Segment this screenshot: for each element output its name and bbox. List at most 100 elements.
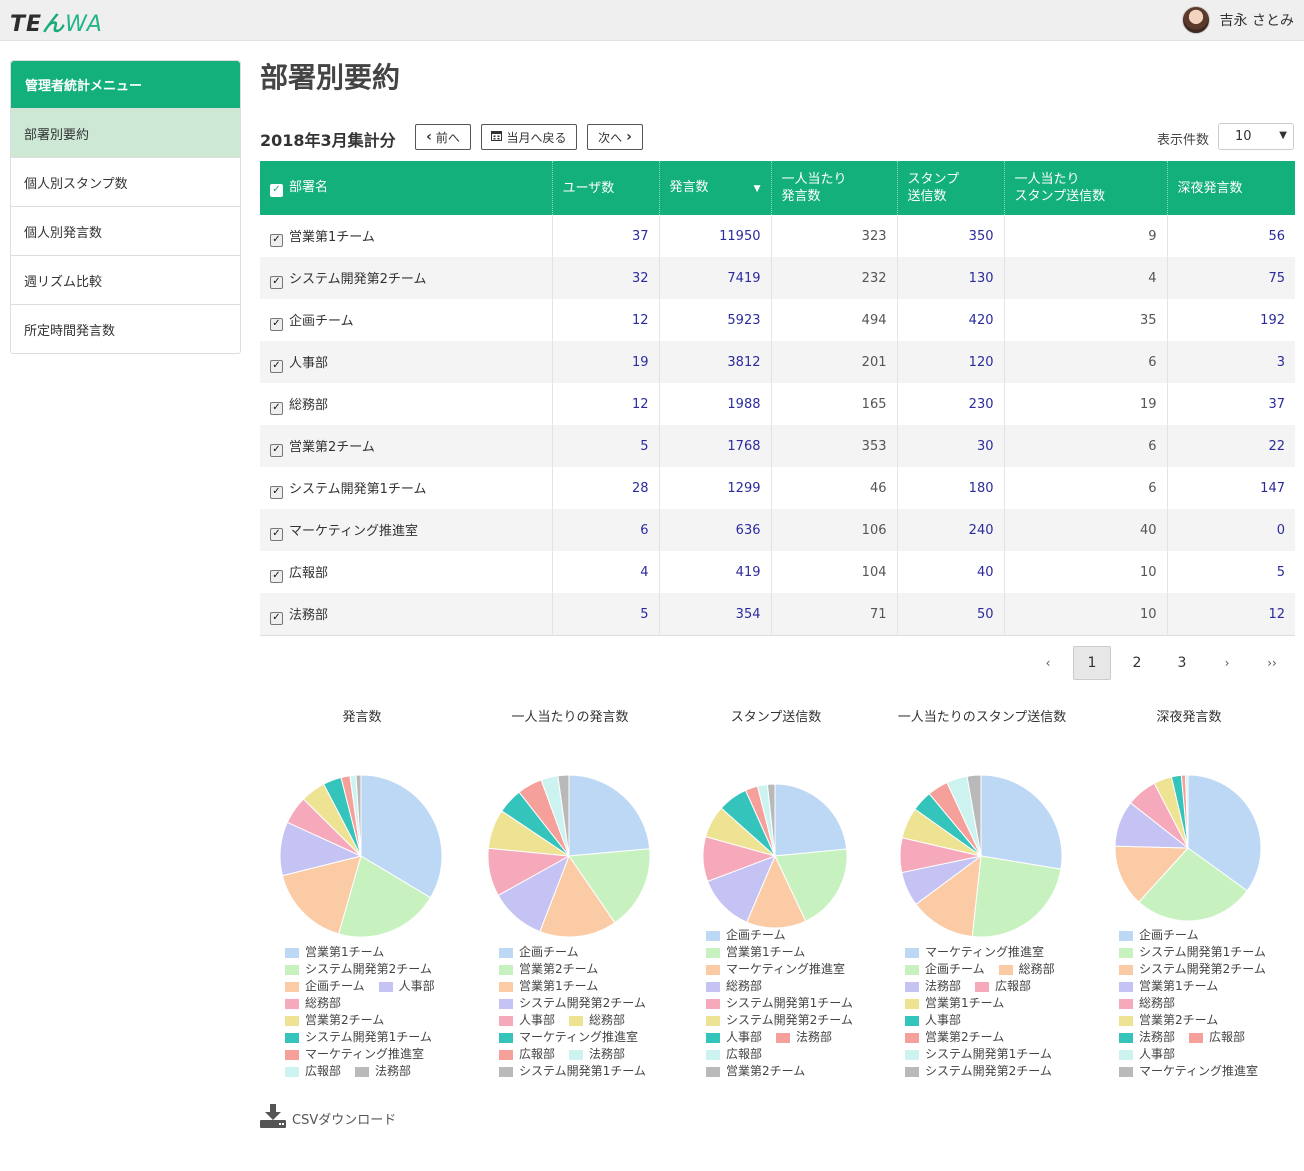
cell-col-6[interactable]: 5: [1167, 551, 1295, 593]
sidebar-item-weekly-rhythm[interactable]: 週リズム比較: [11, 255, 240, 304]
cell-col-2[interactable]: 354: [659, 593, 772, 636]
legend-item[interactable]: 営業第1チーム: [905, 995, 1004, 1012]
legend-item[interactable]: 営業第2チーム: [499, 961, 598, 978]
legend-item[interactable]: マーケティング推進室: [905, 944, 1044, 961]
legend-item[interactable]: 法務部: [355, 1063, 411, 1080]
legend-item[interactable]: 総務部: [1119, 995, 1175, 1012]
legend-item[interactable]: 広報部: [285, 1063, 341, 1080]
prev-month-button[interactable]: ‹ 前へ: [415, 124, 471, 150]
cell-col-2[interactable]: 1988: [659, 383, 772, 425]
legend-item[interactable]: 企画チーム: [905, 961, 985, 978]
row-checkbox[interactable]: ✓: [270, 359, 283, 373]
pagination-last[interactable]: ››: [1253, 646, 1291, 680]
legend-item[interactable]: 人事部: [1119, 1046, 1175, 1063]
legend-item[interactable]: システム開発第1チーム: [706, 995, 853, 1012]
legend-item[interactable]: 営業第2チーム: [285, 1012, 384, 1029]
pagination-page-2[interactable]: 2: [1118, 646, 1156, 680]
app-logo[interactable]: TEんWA: [10, 6, 103, 38]
pagination-page-1[interactable]: 1: [1073, 646, 1111, 680]
legend-item[interactable]: システム開発第2チーム: [1119, 961, 1266, 978]
cell-col-1[interactable]: 32: [552, 257, 660, 299]
cell-col-1[interactable]: 5: [552, 425, 660, 467]
pie-slice[interactable]: [980, 774, 1063, 870]
legend-item[interactable]: システム開発第2チーム: [706, 1012, 853, 1029]
cell-col-4[interactable]: 50: [897, 593, 1005, 636]
legend-item[interactable]: 広報部: [1189, 1029, 1245, 1046]
sidebar-item-personal-stamps[interactable]: 個人別スタンプ数: [11, 157, 240, 206]
cell-col-2[interactable]: 5923: [659, 299, 772, 341]
cell-col-2[interactable]: 11950: [659, 215, 772, 257]
legend-item[interactable]: システム開発第2チーム: [285, 961, 432, 978]
row-checkbox[interactable]: ✓: [270, 569, 283, 583]
legend-item[interactable]: マーケティング推進室: [499, 1029, 638, 1046]
legend-item[interactable]: 営業第1チーム: [706, 944, 805, 961]
row-checkbox[interactable]: ✓: [270, 611, 283, 625]
cell-col-6[interactable]: 37: [1167, 383, 1295, 425]
cell-col-4[interactable]: 230: [897, 383, 1005, 425]
cell-col-6[interactable]: 147: [1167, 467, 1295, 509]
legend-item[interactable]: マーケティング推進室: [1119, 1063, 1258, 1080]
legend-item[interactable]: 人事部: [499, 1012, 555, 1029]
cell-col-2[interactable]: 1299: [659, 467, 772, 509]
row-checkbox[interactable]: ✓: [270, 443, 283, 457]
sidebar-item-personal-messages[interactable]: 個人別発言数: [11, 206, 240, 255]
cell-col-2[interactable]: 7419: [659, 257, 772, 299]
legend-item[interactable]: 法務部: [905, 978, 961, 995]
legend-item[interactable]: 人事部: [905, 1012, 961, 1029]
cell-col-1[interactable]: 12: [552, 299, 660, 341]
row-checkbox[interactable]: ✓: [270, 401, 283, 415]
column-header-2[interactable]: 発言数 ▼: [659, 161, 772, 215]
next-month-button[interactable]: 次へ ›: [587, 124, 643, 150]
legend-item[interactable]: 営業第1チーム: [285, 944, 384, 961]
cell-col-4[interactable]: 240: [897, 509, 1005, 551]
column-header-5[interactable]: 一人当たり スタンプ送信数: [1004, 161, 1168, 215]
legend-item[interactable]: 広報部: [706, 1046, 762, 1063]
legend-item[interactable]: 営業第1チーム: [1119, 978, 1218, 995]
row-checkbox[interactable]: ✓: [270, 317, 283, 331]
legend-item[interactable]: 企画チーム: [1119, 927, 1199, 944]
legend-item[interactable]: 人事部: [378, 978, 435, 995]
legend-item[interactable]: 人事部: [706, 1029, 762, 1046]
legend-item[interactable]: 広報部: [499, 1046, 555, 1063]
legend-item[interactable]: 総務部: [706, 978, 762, 995]
legend-item[interactable]: 企画チーム: [499, 944, 579, 961]
legend-item[interactable]: 総務部: [285, 995, 341, 1012]
cell-col-4[interactable]: 30: [897, 425, 1005, 467]
pie-slice[interactable]: [568, 774, 651, 857]
column-header-1[interactable]: ユーザ数: [552, 161, 660, 215]
legend-item[interactable]: システム開発第1チーム: [285, 1029, 432, 1046]
cell-col-1[interactable]: 19: [552, 341, 660, 383]
pie-slice[interactable]: [774, 783, 848, 857]
legend-item[interactable]: 営業第1チーム: [499, 978, 598, 995]
legend-item[interactable]: マーケティング推進室: [285, 1046, 424, 1063]
pie-slice[interactable]: [971, 855, 1062, 938]
sidebar-item-department-summary[interactable]: 部署別要約: [11, 108, 240, 157]
legend-item[interactable]: 法務部: [569, 1046, 625, 1063]
pagination-next[interactable]: ›: [1208, 646, 1246, 680]
cell-col-6[interactable]: 0: [1167, 509, 1295, 551]
cell-col-6[interactable]: 75: [1167, 257, 1295, 299]
column-header-3[interactable]: 一人当たり 発言数: [771, 161, 898, 215]
cell-col-4[interactable]: 180: [897, 467, 1005, 509]
cell-col-4[interactable]: 120: [897, 341, 1005, 383]
column-header-6[interactable]: 深夜発言数: [1167, 161, 1295, 215]
legend-item[interactable]: システム開発第2チーム: [499, 995, 646, 1012]
cell-col-1[interactable]: 12: [552, 383, 660, 425]
legend-item[interactable]: 法務部: [776, 1029, 832, 1046]
legend-item[interactable]: システム開発第1チーム: [499, 1063, 646, 1080]
rows-per-page-select[interactable]: 10 ▼: [1218, 123, 1294, 150]
sort-desc-icon[interactable]: ▼: [754, 181, 761, 198]
cell-col-6[interactable]: 22: [1167, 425, 1295, 467]
column-header-4[interactable]: スタンプ 送信数: [897, 161, 1005, 215]
select-all-checkbox[interactable]: ✓: [270, 184, 283, 197]
row-checkbox[interactable]: ✓: [270, 527, 283, 541]
legend-item[interactable]: 総務部: [569, 1012, 625, 1029]
cell-col-2[interactable]: 1768: [659, 425, 772, 467]
row-checkbox[interactable]: ✓: [270, 485, 283, 499]
legend-item[interactable]: システム開発第1チーム: [1119, 944, 1266, 961]
row-checkbox[interactable]: ✓: [270, 275, 283, 289]
cell-col-2[interactable]: 3812: [659, 341, 772, 383]
cell-col-1[interactable]: 4: [552, 551, 660, 593]
cell-col-6[interactable]: 12: [1167, 593, 1295, 636]
legend-item[interactable]: 営業第2チーム: [1119, 1012, 1218, 1029]
